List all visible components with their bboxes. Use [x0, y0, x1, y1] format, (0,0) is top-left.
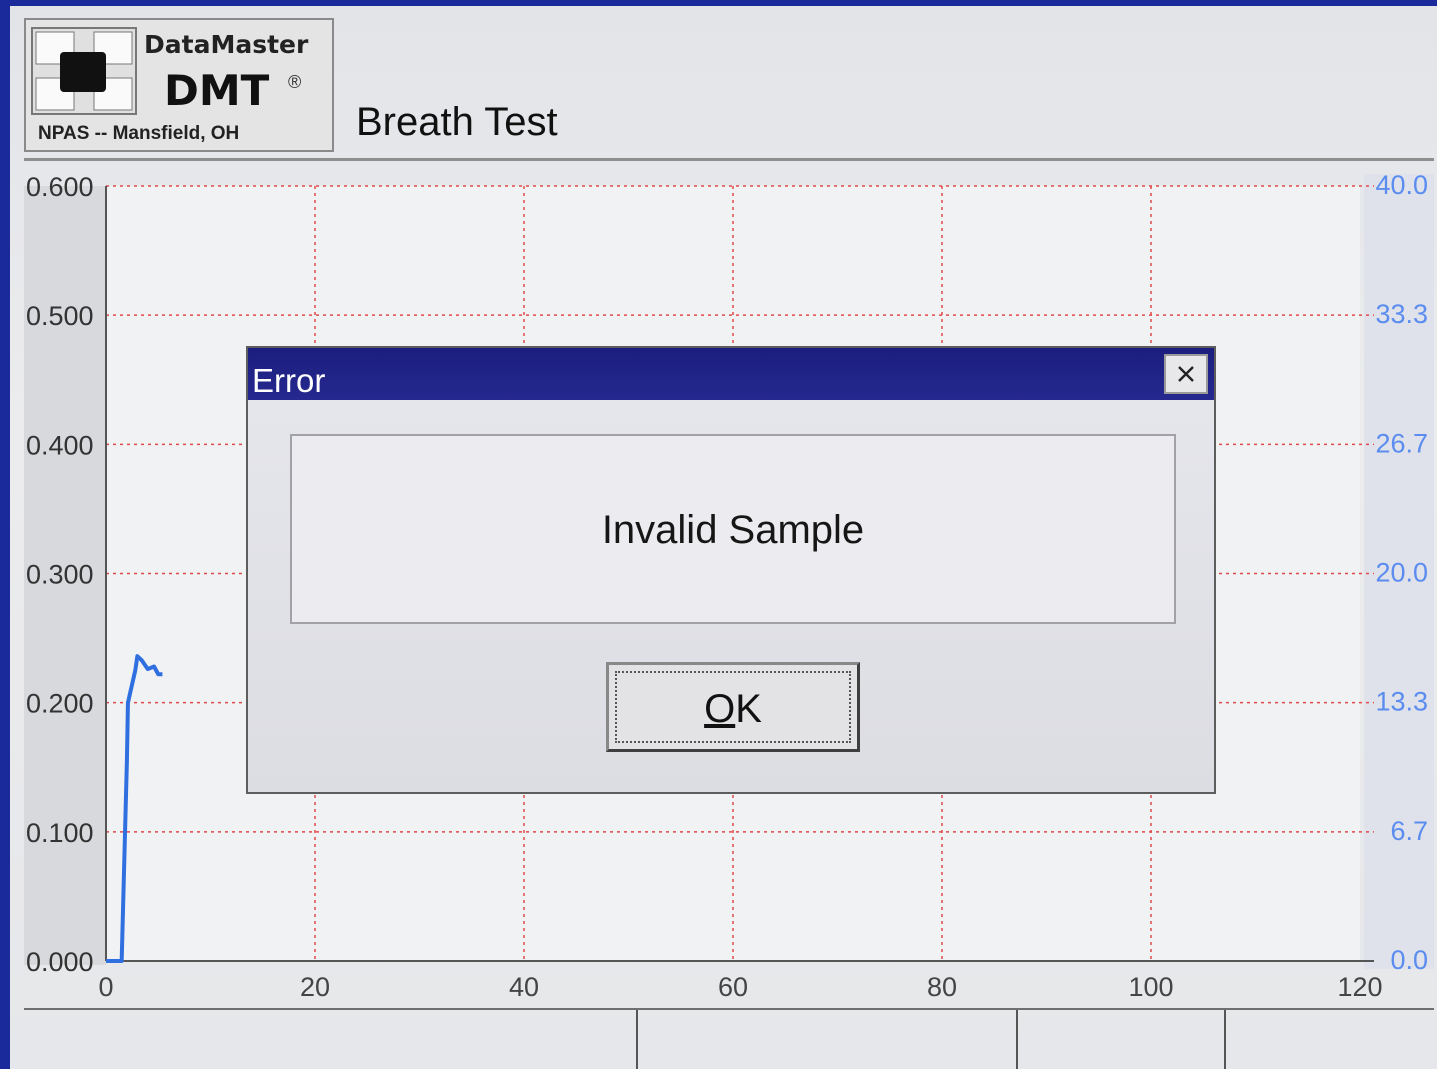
dialog-title: Error: [252, 362, 326, 399]
x-tick-label: 0: [98, 972, 113, 1002]
ok-button[interactable]: OK: [606, 662, 860, 752]
ok-button-label: OK: [609, 687, 857, 732]
error-message: Invalid Sample: [601, 508, 865, 552]
y-tick-label-left: 0.000: [26, 947, 94, 977]
y-tick-label-right: 20.0: [1375, 558, 1428, 588]
y-tick-label-left: 0.100: [26, 818, 94, 848]
screen: DataMaster DMT ® NPAS -- Mansfield, OH B…: [10, 6, 1437, 1069]
error-dialog: Error Invalid Sample OK: [246, 346, 1216, 794]
y-tick-label-left: 0.600: [26, 172, 94, 202]
close-button[interactable]: [1164, 354, 1208, 394]
status-bar: [24, 1008, 1434, 1069]
status-segment: [1018, 1010, 1226, 1069]
x-tick-label: 80: [927, 972, 957, 1002]
y-tick-label-right: 13.3: [1375, 687, 1428, 717]
y-tick-label-right: 6.7: [1390, 816, 1428, 846]
y-tick-label-right: 0.0: [1390, 945, 1428, 975]
y-tick-label-left: 0.500: [26, 301, 94, 331]
close-icon: [1178, 366, 1194, 382]
status-segment: [638, 1010, 1018, 1069]
dialog-titlebar[interactable]: Error: [248, 348, 1214, 400]
x-tick-label: 100: [1128, 972, 1173, 1002]
y-tick-label-right: 26.7: [1375, 428, 1428, 458]
y-tick-label-left: 0.400: [26, 430, 94, 460]
x-tick-label: 20: [300, 972, 330, 1002]
status-segment: [24, 1010, 638, 1069]
x-tick-label: 60: [718, 972, 748, 1002]
y-tick-label-right: 40.0: [1375, 170, 1428, 200]
message-box: Invalid Sample: [290, 434, 1176, 624]
x-tick-label: 120: [1337, 972, 1382, 1002]
ok-mnemonic: O: [704, 687, 736, 731]
x-tick-label: 40: [509, 972, 539, 1002]
y-tick-label-left: 0.300: [26, 560, 94, 590]
y-tick-label-right: 33.3: [1375, 299, 1428, 329]
ok-label-rest: K: [735, 687, 762, 731]
y-tick-label-left: 0.200: [26, 689, 94, 719]
